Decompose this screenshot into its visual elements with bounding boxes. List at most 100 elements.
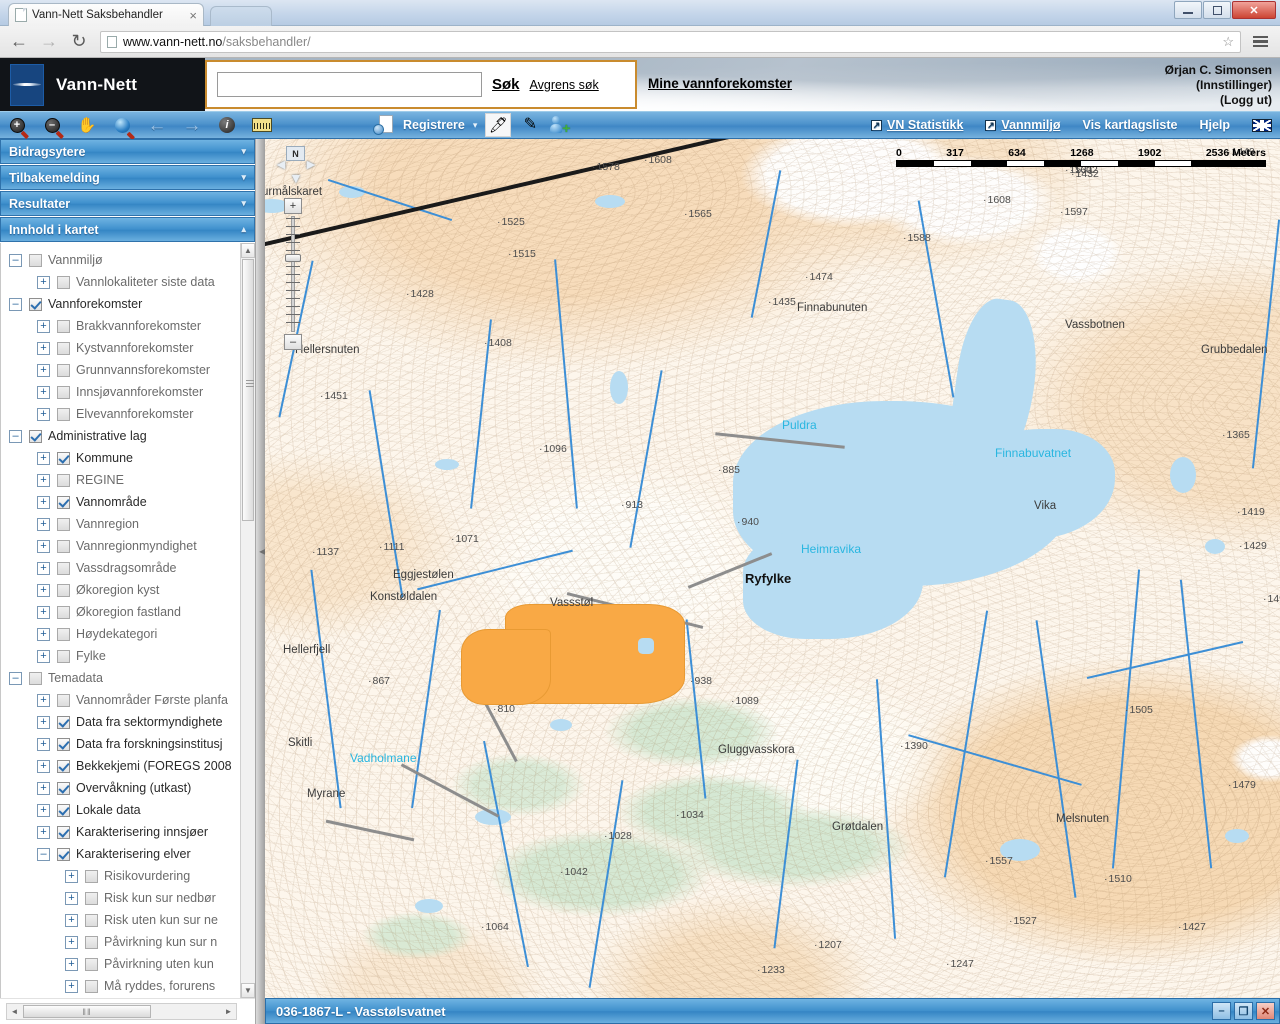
selected-waterbody-polygon-part[interactable] [461, 629, 551, 705]
tree-item[interactable]: + Vannområder Første planfa [5, 689, 255, 711]
expand-icon[interactable]: + [37, 517, 50, 531]
add-user-icon[interactable]: + [549, 114, 571, 136]
map-viewport[interactable]: urmålskaret Hellersnuten Finnabunuten Vassb… [265, 139, 1280, 1024]
layer-checkbox[interactable] [57, 825, 70, 839]
expand-icon[interactable]: + [37, 649, 50, 663]
tree-item[interactable]: + Grunnvannsforekomster [5, 359, 255, 381]
scroll-up-arrow[interactable]: ▲ [241, 243, 255, 258]
address-bar[interactable]: www.vann-nett.no /saksbehandler/ ☆ [100, 30, 1241, 53]
vannmiljo-link[interactable]: ↗ Vannmiljø [985, 118, 1060, 132]
tree-item[interactable]: – Karakterisering elver [5, 843, 255, 865]
pan-north-button[interactable]: N [286, 146, 305, 161]
layer-checkbox[interactable] [29, 253, 42, 267]
collapse-icon[interactable]: – [37, 847, 50, 861]
layer-checkbox[interactable] [57, 407, 70, 421]
previous-extent-icon[interactable]: ← [146, 114, 168, 136]
expand-icon[interactable]: + [37, 319, 50, 333]
tree-item[interactable]: + Innsjøvannforekomster [5, 381, 255, 403]
window-minimize-button[interactable] [1174, 1, 1202, 19]
layer-checkbox[interactable] [57, 561, 70, 575]
language-flag-icon[interactable] [1252, 118, 1272, 132]
forward-icon[interactable]: → [38, 31, 60, 53]
expand-icon[interactable]: + [37, 561, 50, 575]
expand-icon[interactable]: + [37, 407, 50, 421]
expand-icon[interactable]: + [65, 979, 78, 993]
hscroll-right-arrow[interactable]: ► [221, 1007, 236, 1016]
tree-item[interactable]: + Kystvannforekomster [5, 337, 255, 359]
expand-icon[interactable]: + [65, 891, 78, 905]
pan-south-arrow[interactable]: ▼ [289, 170, 303, 186]
zoom-slider-plus-button[interactable]: + [284, 198, 302, 214]
map-canvas[interactable]: urmålskaret Hellersnuten Finnabunuten Vassb… [265, 139, 1280, 1024]
layer-checkbox[interactable] [57, 715, 70, 729]
layer-checkbox[interactable] [57, 781, 70, 795]
chevron-down-icon[interactable]: ▾ [241, 172, 246, 183]
layer-checkbox[interactable] [57, 803, 70, 817]
pan-hand-icon[interactable]: ✋ [76, 114, 98, 136]
map-window-minimize-button[interactable]: – [1212, 1002, 1231, 1020]
tree-item[interactable]: + Vannregionmyndighet [5, 535, 255, 557]
layer-checkbox[interactable] [57, 693, 70, 707]
tree-item[interactable]: + Økoregion fastland [5, 601, 255, 623]
expand-icon[interactable]: + [37, 341, 50, 355]
tab-close-icon[interactable]: × [185, 8, 197, 23]
layer-checkbox[interactable] [57, 737, 70, 751]
expand-icon[interactable]: + [37, 473, 50, 487]
layer-checkbox[interactable] [57, 385, 70, 399]
layer-checkbox[interactable] [85, 979, 98, 993]
layer-checkbox[interactable] [57, 539, 70, 553]
layer-checkbox[interactable] [57, 517, 70, 531]
search-button[interactable]: Søk [492, 76, 520, 93]
hscroll-left-arrow[interactable]: ◄ [7, 1007, 22, 1016]
layer-checkbox[interactable] [57, 473, 70, 487]
expand-icon[interactable]: + [37, 605, 50, 619]
layer-checkbox[interactable] [57, 627, 70, 641]
tree-item[interactable]: + Fylke [5, 645, 255, 667]
layer-checkbox[interactable] [57, 275, 70, 289]
tree-scroll-thumb[interactable] [242, 259, 254, 521]
identify-info-icon[interactable]: i [216, 114, 238, 136]
expand-icon[interactable]: + [37, 363, 50, 377]
layer-checkbox[interactable] [57, 319, 70, 333]
map-window-restore-button[interactable]: ❐ [1234, 1002, 1253, 1020]
my-waterbodies-link[interactable]: Mine vannforekomster [648, 76, 792, 91]
bookmark-star-icon[interactable]: ☆ [1222, 34, 1234, 50]
chevron-down-icon[interactable]: ▾ [241, 198, 246, 209]
expand-icon[interactable]: + [37, 693, 50, 707]
expand-icon[interactable]: + [37, 781, 50, 795]
tree-item[interactable]: + Risikovurdering [5, 865, 255, 887]
tree-item[interactable]: + Bekkekjemi (FOREGS 2008 [5, 755, 255, 777]
layer-checkbox[interactable] [57, 363, 70, 377]
show-layerlist-button[interactable]: Vis kartlagsliste [1082, 118, 1177, 132]
layer-checkbox[interactable] [85, 869, 98, 883]
expand-icon[interactable]: + [37, 825, 50, 839]
tree-item[interactable]: + Påvirkning uten kun [5, 953, 255, 975]
tree-item[interactable]: + Lokale data [5, 799, 255, 821]
expand-icon[interactable]: + [65, 913, 78, 927]
scroll-down-arrow[interactable]: ▼ [241, 983, 255, 998]
collapse-icon[interactable]: – [9, 297, 22, 311]
expand-icon[interactable]: + [37, 759, 50, 773]
reload-icon[interactable]: ↻ [68, 31, 90, 53]
layer-checkbox[interactable] [57, 583, 70, 597]
user-logout-link[interactable]: (Logg ut) [1165, 93, 1272, 108]
zoom-full-extent-icon[interactable] [111, 114, 133, 136]
new-tab-button[interactable] [210, 6, 272, 26]
browser-tab[interactable]: Vann-Nett Saksbehandler × [8, 3, 204, 26]
layer-checkbox[interactable] [57, 495, 70, 509]
pan-east-arrow[interactable]: ► [304, 156, 318, 172]
expand-icon[interactable]: + [37, 737, 50, 751]
tree-item[interactable]: – Temadata [5, 667, 255, 689]
chevron-down-icon[interactable]: ▾ [241, 146, 246, 157]
expand-icon[interactable]: + [37, 451, 50, 465]
tree-item[interactable]: – Administrative lag [5, 425, 255, 447]
layer-checkbox[interactable] [57, 649, 70, 663]
tree-item[interactable]: – Vannforekomster [5, 293, 255, 315]
expand-icon[interactable]: + [37, 275, 50, 289]
edit-pencil-icon[interactable]: ✎ [519, 114, 541, 136]
expand-icon[interactable]: + [37, 715, 50, 729]
tree-item[interactable]: + Data fra sektormyndighete [5, 711, 255, 733]
layer-checkbox[interactable] [85, 913, 98, 927]
collapse-icon[interactable]: – [9, 429, 22, 443]
pan-control[interactable]: ◄ ► ▼ N [274, 144, 319, 190]
